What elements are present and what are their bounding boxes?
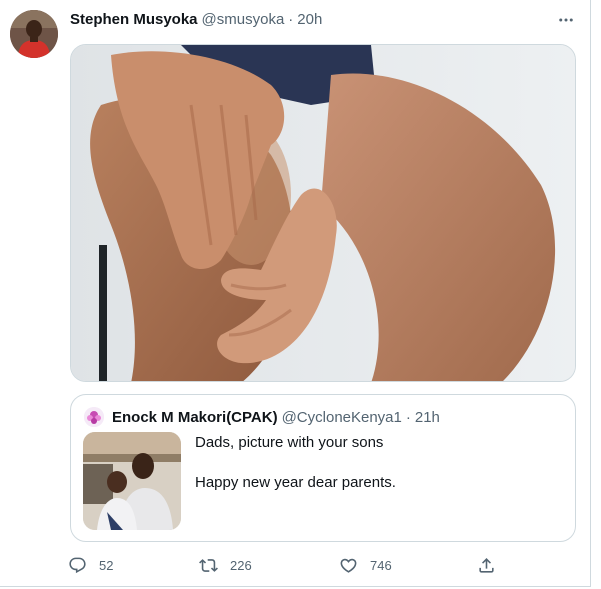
retweet-count: 226: [230, 557, 252, 573]
author-name[interactable]: Stephen Musyoka: [70, 11, 198, 28]
tweet-time[interactable]: 20h: [297, 11, 322, 28]
quoted-text: Dads, picture with your sons Happy new y…: [195, 433, 555, 513]
retweet-icon: [199, 558, 218, 572]
more-dots-icon: [559, 18, 573, 22]
more-options-button[interactable]: [551, 8, 581, 32]
quoted-author-handle[interactable]: @CycloneKenya1: [282, 409, 402, 426]
author-handle[interactable]: @smusyoka: [202, 11, 285, 28]
share-button[interactable]: [477, 553, 496, 577]
tweet-header: Stephen Musyoka @smusyoka · 20h: [70, 11, 322, 31]
tweet-media-image[interactable]: [70, 44, 576, 382]
heart-icon: [340, 558, 357, 573]
quoted-separator: ·: [405, 409, 411, 426]
quoted-tweet[interactable]: Enock M Makori(CPAK) @CycloneKenya1 · 21…: [70, 394, 576, 542]
quoted-author-name[interactable]: Enock M Makori(CPAK): [112, 409, 278, 426]
quoted-text-line-2: Happy new year dear parents.: [195, 474, 396, 491]
reply-button[interactable]: 52: [68, 553, 113, 577]
quoted-time[interactable]: 21h: [415, 409, 440, 426]
like-button[interactable]: 746: [339, 553, 392, 577]
reply-icon: [69, 557, 86, 573]
share-icon: [479, 557, 494, 573]
like-count: 746: [370, 557, 392, 573]
tweet-action-bar: 52 226 746: [68, 553, 508, 577]
author-avatar[interactable]: [10, 10, 58, 58]
reply-count: 52: [99, 557, 114, 573]
quoted-text-line-1: Dads, picture with your sons: [195, 434, 384, 451]
quoted-media-thumbnail[interactable]: [83, 432, 181, 530]
retweet-button[interactable]: 226: [199, 553, 252, 577]
quoted-author-avatar[interactable]: [84, 407, 104, 427]
header-separator: ·: [288, 11, 294, 28]
quoted-header: Enock M Makori(CPAK) @CycloneKenya1 · 21…: [112, 409, 440, 426]
